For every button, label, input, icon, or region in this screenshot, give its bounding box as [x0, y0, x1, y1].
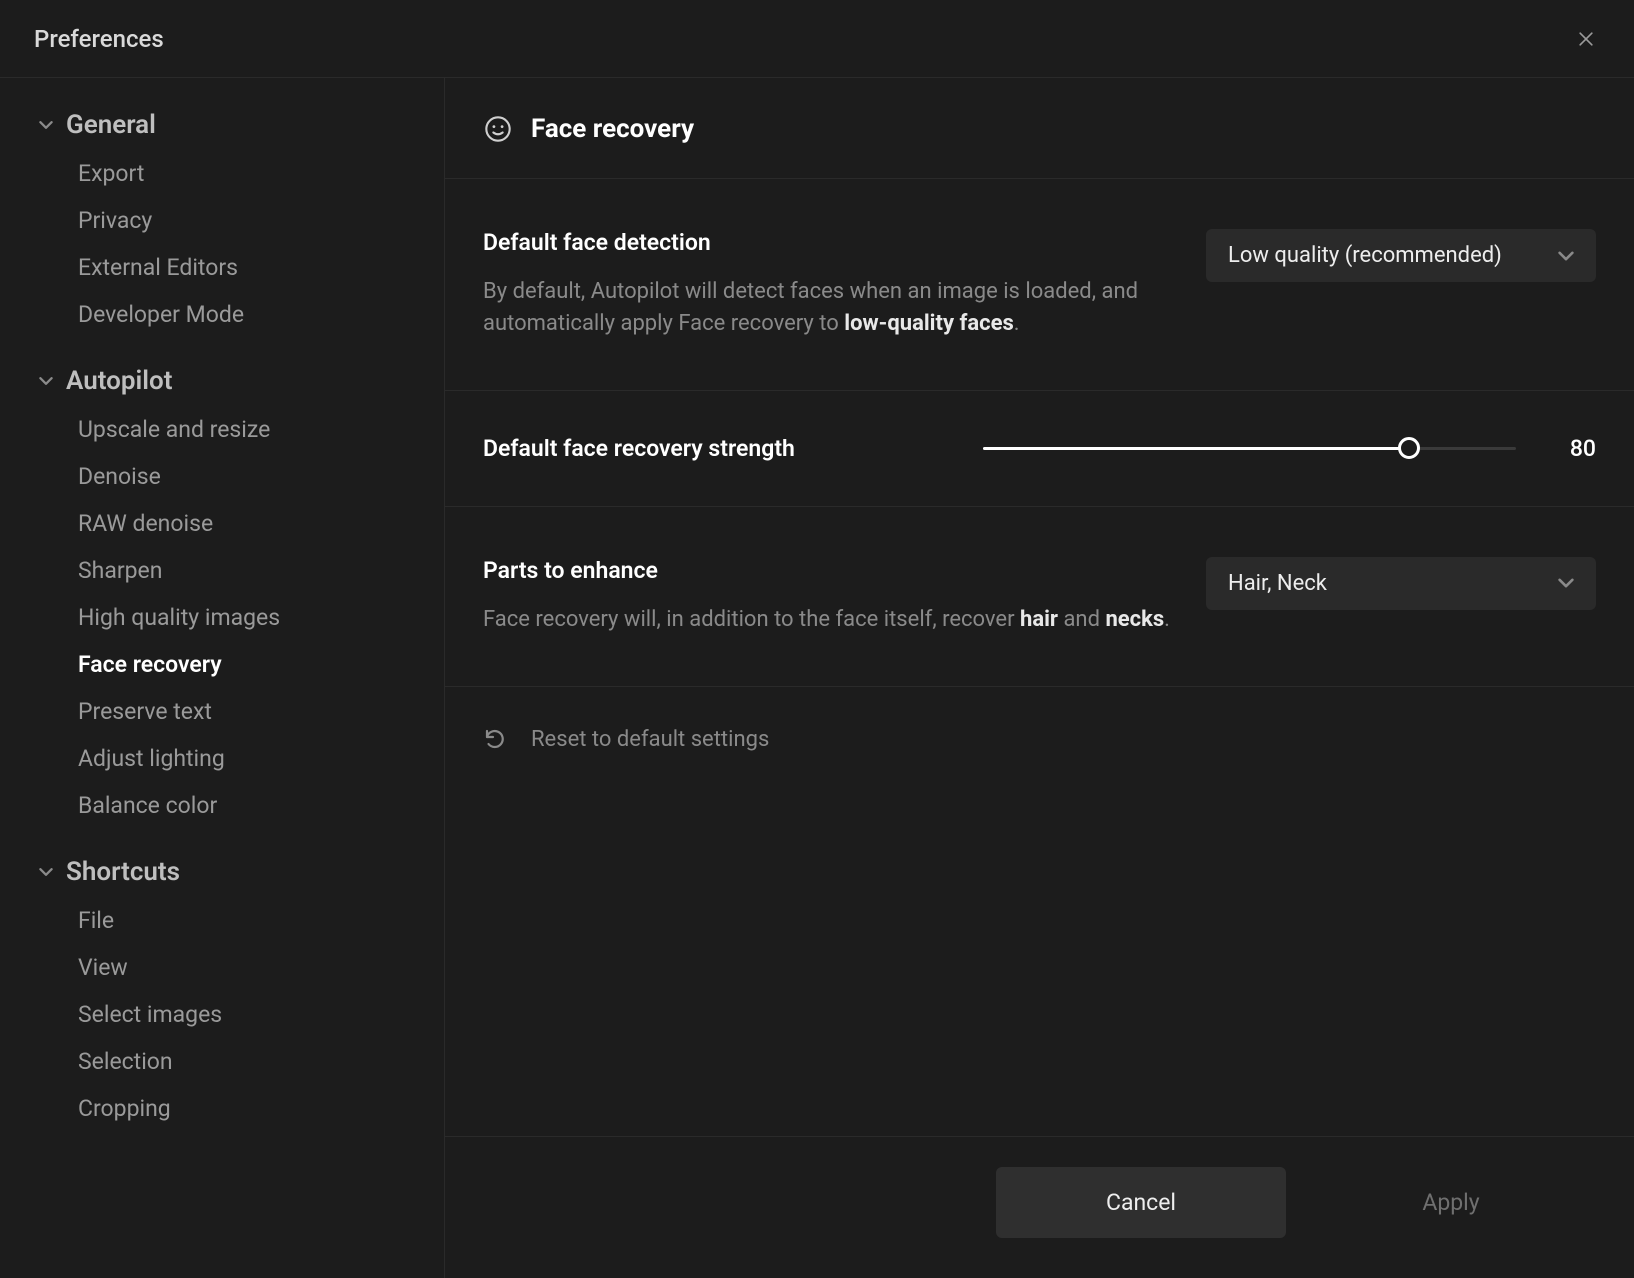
sidebar-item-view[interactable]: View: [0, 944, 444, 991]
select-value: Hair, Neck: [1228, 571, 1327, 596]
sidebar-item-sharpen[interactable]: Sharpen: [0, 547, 444, 594]
cancel-button[interactable]: Cancel: [996, 1167, 1286, 1238]
sidebar-item-face-recovery[interactable]: Face recovery: [0, 641, 444, 688]
chevron-down-icon: [1558, 248, 1574, 264]
section-default-face-detection: Default face detection By default, Autop…: [445, 179, 1634, 391]
strength-slider[interactable]: [983, 436, 1516, 460]
slider-fill: [983, 447, 1409, 450]
sidebar-item-denoise[interactable]: Denoise: [0, 453, 444, 500]
apply-button[interactable]: Apply: [1306, 1167, 1596, 1238]
sidebar-item-external-editors[interactable]: External Editors: [0, 244, 444, 291]
sidebar: General Export Privacy External Editors …: [0, 78, 445, 1278]
sidebar-item-selection[interactable]: Selection: [0, 1038, 444, 1085]
sidebar-item-adjust-lighting[interactable]: Adjust lighting: [0, 735, 444, 782]
undo-icon: [483, 727, 507, 751]
page-title: Face recovery: [531, 114, 694, 144]
page-header: Face recovery: [445, 78, 1634, 179]
section-description: Face recovery will, in addition to the f…: [483, 604, 1176, 636]
face-detection-select[interactable]: Low quality (recommended): [1206, 229, 1596, 282]
titlebar: Preferences: [0, 0, 1634, 78]
close-icon: [1576, 29, 1596, 49]
chevron-down-icon: [36, 862, 56, 882]
sidebar-group-autopilot[interactable]: Autopilot: [0, 356, 444, 406]
slider-label: Default face recovery strength: [483, 435, 943, 462]
sidebar-group-label: General: [66, 110, 156, 140]
section-title: Default face detection: [483, 229, 1176, 256]
footer: Cancel Apply: [445, 1136, 1634, 1278]
section-title: Parts to enhance: [483, 557, 1176, 584]
close-button[interactable]: [1572, 25, 1600, 53]
sidebar-item-raw-denoise[interactable]: RAW denoise: [0, 500, 444, 547]
section-parts-to-enhance: Parts to enhance Face recovery will, in …: [445, 507, 1634, 687]
chevron-down-icon: [36, 371, 56, 391]
section-description: By default, Autopilot will detect faces …: [483, 276, 1176, 340]
sidebar-item-balance-color[interactable]: Balance color: [0, 782, 444, 829]
chevron-down-icon: [36, 115, 56, 135]
sidebar-group-label: Autopilot: [66, 366, 172, 396]
sidebar-item-developer-mode[interactable]: Developer Mode: [0, 291, 444, 338]
parts-to-enhance-select[interactable]: Hair, Neck: [1206, 557, 1596, 610]
sidebar-item-preserve-text[interactable]: Preserve text: [0, 688, 444, 735]
window-title: Preferences: [34, 25, 164, 53]
sidebar-item-file[interactable]: File: [0, 897, 444, 944]
sidebar-item-privacy[interactable]: Privacy: [0, 197, 444, 244]
slider-value: 80: [1556, 435, 1596, 462]
sidebar-item-export[interactable]: Export: [0, 150, 444, 197]
reset-label: Reset to default settings: [531, 727, 769, 752]
sidebar-item-cropping[interactable]: Cropping: [0, 1085, 444, 1132]
chevron-down-icon: [1558, 575, 1574, 591]
face-icon: [483, 114, 513, 144]
select-value: Low quality (recommended): [1228, 243, 1502, 268]
sidebar-item-select-images[interactable]: Select images: [0, 991, 444, 1038]
slider-thumb[interactable]: [1398, 437, 1420, 459]
sidebar-group-general[interactable]: General: [0, 100, 444, 150]
sidebar-item-high-quality-images[interactable]: High quality images: [0, 594, 444, 641]
section-default-face-recovery-strength: Default face recovery strength 80: [445, 391, 1634, 507]
content-pane: Face recovery Default face detection By …: [445, 78, 1634, 1278]
sidebar-group-shortcuts[interactable]: Shortcuts: [0, 847, 444, 897]
sidebar-item-upscale-and-resize[interactable]: Upscale and resize: [0, 406, 444, 453]
sidebar-group-label: Shortcuts: [66, 857, 180, 887]
reset-to-default-button[interactable]: Reset to default settings: [445, 687, 1634, 792]
